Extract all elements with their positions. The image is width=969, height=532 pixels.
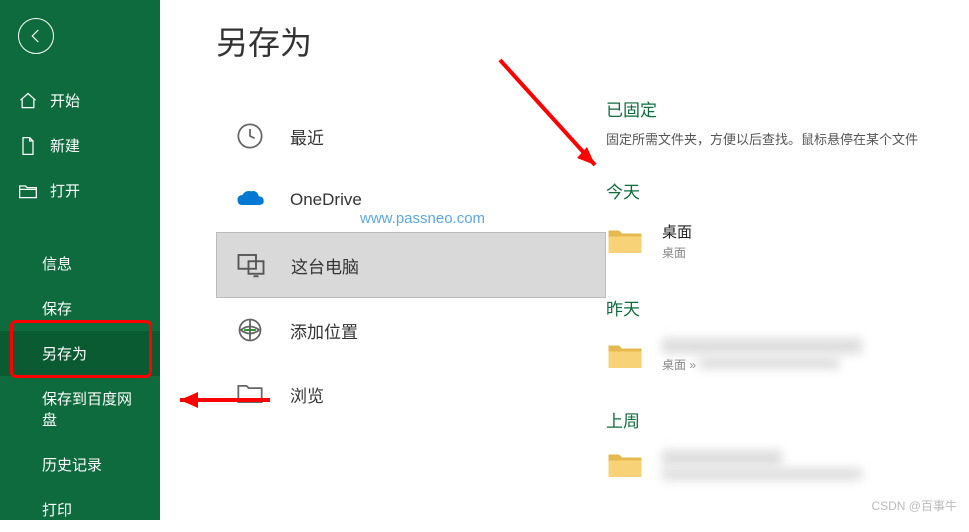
sidebar-item-label: 打印 (42, 499, 72, 520)
pinned-subtitle: 固定所需文件夹，方便以后查找。鼠标悬停在某个文件 (606, 129, 959, 148)
folder-icon (234, 378, 266, 410)
sidebar-item-label: 历史记录 (42, 454, 102, 475)
location-browse[interactable]: 浏览 (216, 362, 606, 426)
watermark: www.passneo.com (360, 210, 485, 227)
location-label: 浏览 (290, 382, 324, 407)
sidebar-item-label: 另存为 (42, 343, 87, 364)
arrow-left-icon (27, 27, 45, 45)
sidebar-item-info[interactable]: 信息 (0, 241, 160, 286)
location-recent[interactable]: 最近 (216, 104, 606, 168)
onedrive-icon (234, 184, 266, 216)
location-this-pc[interactable]: 这台电脑 (216, 232, 606, 298)
clock-icon (234, 120, 266, 152)
section-today: 今天 (606, 178, 959, 203)
folder-row[interactable]: 桌面 桌面 (606, 211, 959, 271)
location-list: 另存为 最近 OneDrive 这台电脑 (216, 18, 606, 520)
back-button[interactable] (18, 18, 54, 54)
folder-icon (606, 226, 644, 256)
recent-folders-panel: 已固定 固定所需文件夹，方便以后查找。鼠标悬停在某个文件 今天 桌面 桌面 昨天… (606, 18, 969, 520)
watermark: CSDN @百事牛 (871, 497, 957, 514)
page-title: 另存为 (216, 18, 606, 64)
sidebar-item-label: 保存 (42, 298, 72, 319)
sidebar-item-print[interactable]: 打印 (0, 487, 160, 532)
section-yesterday: 昨天 (606, 295, 959, 320)
location-label: OneDrive (290, 190, 362, 210)
sidebar-item-label: 打开 (50, 180, 80, 201)
location-label: 最近 (290, 124, 324, 149)
sidebar-item-history[interactable]: 历史记录 (0, 442, 160, 487)
folder-path-redacted (662, 468, 862, 480)
folder-open-icon (18, 181, 38, 201)
folder-row[interactable]: 桌面 » (606, 328, 959, 383)
folder-icon (606, 450, 644, 480)
sidebar-item-home[interactable]: 开始 (0, 78, 160, 123)
pinned-title: 已固定 (606, 96, 959, 121)
sidebar-item-baidu[interactable]: 保存到百度网盘 (0, 376, 160, 442)
sidebar: 开始 新建 打开 信息 保存 另存为 保存到百度网盘 历史记录 打印 (0, 0, 160, 520)
location-label: 添加位置 (290, 318, 358, 343)
sidebar-item-open[interactable]: 打开 (0, 168, 160, 213)
sidebar-item-label: 信息 (42, 253, 72, 274)
folder-name: 桌面 (662, 221, 692, 242)
sidebar-item-saveas[interactable]: 另存为 (0, 331, 160, 376)
section-lastweek: 上周 (606, 407, 959, 432)
sidebar-item-label: 保存到百度网盘 (42, 388, 142, 430)
folder-path: 桌面 » (662, 356, 862, 373)
sidebar-item-save[interactable]: 保存 (0, 286, 160, 331)
file-icon (18, 136, 38, 156)
location-label: 这台电脑 (291, 253, 359, 278)
pc-icon (235, 249, 267, 281)
main-panel: 另存为 最近 OneDrive 这台电脑 (160, 0, 969, 520)
add-place-icon (234, 314, 266, 346)
sidebar-item-new[interactable]: 新建 (0, 123, 160, 168)
folder-name-redacted (662, 450, 782, 466)
folder-name-redacted (662, 338, 862, 354)
home-icon (18, 91, 38, 111)
sidebar-item-label: 开始 (50, 90, 80, 111)
folder-path: 桌面 (662, 244, 692, 261)
folder-icon (606, 341, 644, 371)
location-add-place[interactable]: 添加位置 (216, 298, 606, 362)
sidebar-item-label: 新建 (50, 135, 80, 156)
folder-row[interactable] (606, 440, 959, 490)
